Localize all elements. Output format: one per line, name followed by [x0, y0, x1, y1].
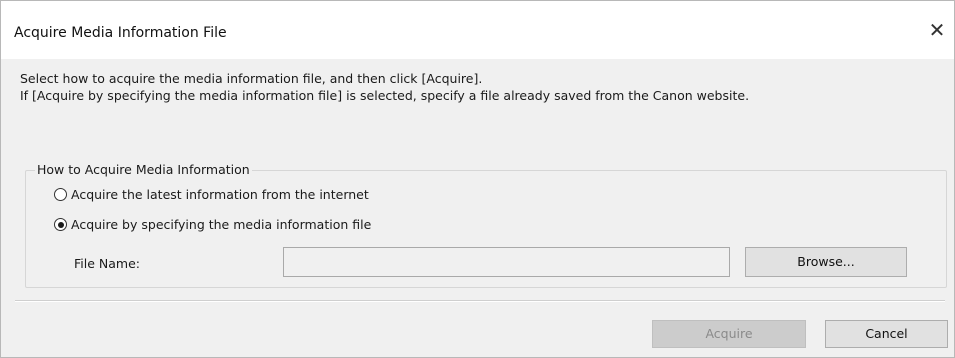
- radio-option-file-label: Acquire by specifying the media informat…: [71, 217, 372, 232]
- radio-option-file[interactable]: Acquire by specifying the media informat…: [54, 217, 371, 232]
- dialog-window: Acquire Media Information File ✕ Select …: [0, 0, 955, 358]
- radio-option-internet[interactable]: Acquire the latest information from the …: [54, 187, 369, 202]
- cancel-button[interactable]: Cancel: [825, 320, 948, 348]
- separator-line: [15, 300, 945, 302]
- dialog-title: Acquire Media Information File: [14, 25, 227, 41]
- radio-option-internet-label: Acquire the latest information from the …: [71, 187, 369, 202]
- instruction-line-1: Select how to acquire the media informat…: [20, 71, 483, 86]
- file-name-input[interactable]: [283, 247, 730, 277]
- instruction-line-2: If [Acquire by specifying the media info…: [20, 88, 750, 103]
- radio-unchecked-icon[interactable]: [54, 188, 67, 201]
- radio-checked-icon[interactable]: [54, 218, 67, 231]
- groupbox-label: How to Acquire Media Information: [35, 162, 252, 177]
- close-icon[interactable]: ✕: [922, 15, 952, 45]
- browse-button[interactable]: Browse...: [745, 247, 907, 277]
- file-name-label: File Name:: [74, 256, 140, 271]
- acquire-button[interactable]: Acquire: [652, 320, 806, 348]
- title-bar: Acquire Media Information File ✕: [1, 1, 954, 59]
